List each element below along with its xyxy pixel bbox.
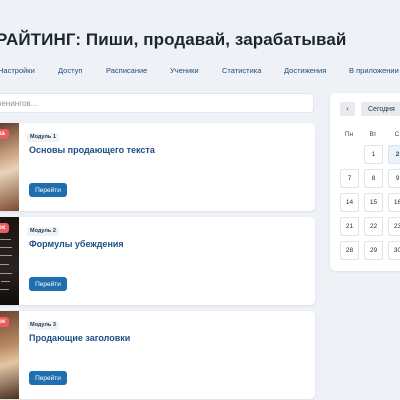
tab-achievements[interactable]: Достижения <box>284 66 326 75</box>
page-title: РАЙТИНГ: Пиши, продавай, зарабатывай <box>0 30 347 49</box>
calendar-day[interactable]: 9 <box>388 169 400 188</box>
calendar-widget: ‹ Сегодня Пн Вт С 1 2 7 8 9 14 15 16 21 … <box>330 93 400 271</box>
calendar-day[interactable]: 14 <box>340 193 359 212</box>
module-badge: Модуль 1 <box>27 133 59 142</box>
course-tabs: Настройки Доступ Расписание Ученики Стат… <box>0 62 400 82</box>
module-thumbnail: рок <box>0 217 19 305</box>
search-box <box>0 93 314 113</box>
module-title[interactable]: Основы продающего текста <box>29 145 155 155</box>
module-thumbnail: рок <box>0 311 19 399</box>
module-card: рок Модуль 2 Формулы убеждения Перейти <box>0 217 315 305</box>
weekday-header: С <box>394 131 400 138</box>
search-input[interactable] <box>0 94 313 112</box>
calendar-day[interactable]: 8 <box>364 169 383 188</box>
module-title[interactable]: Формулы убеждения <box>29 239 124 249</box>
module-thumbnail: ока <box>0 123 19 211</box>
module-title[interactable]: Продающие заголовки <box>29 333 130 343</box>
calendar-day[interactable]: 1 <box>364 145 383 164</box>
module-badge: Модуль 3 <box>27 321 59 330</box>
open-module-button[interactable]: Перейти <box>29 277 67 291</box>
weekday-header: Вт <box>369 131 377 138</box>
module-card: ока Модуль 1 Основы продающего текста Пе… <box>0 123 315 211</box>
calendar-day[interactable]: 23 <box>388 217 400 236</box>
calendar-day[interactable]: 29 <box>364 241 383 260</box>
weekday-header: Пн <box>344 131 354 138</box>
calendar-day[interactable]: 22 <box>364 217 383 236</box>
ribbon-tag: рок <box>0 223 10 233</box>
calendar-day-today[interactable]: 2 <box>388 145 400 164</box>
calendar-day[interactable]: 21 <box>340 217 359 236</box>
prev-month-button[interactable]: ‹ <box>340 102 355 116</box>
tab-settings[interactable]: Настройки <box>0 66 35 75</box>
tab-statistics[interactable]: Статистика <box>222 66 261 75</box>
calendar-day[interactable]: 30 <box>388 241 400 260</box>
module-badge: Модуль 2 <box>27 227 59 236</box>
tab-in-app[interactable]: В приложении <box>349 66 399 75</box>
calendar-day[interactable]: 28 <box>340 241 359 260</box>
calendar-day[interactable]: 16 <box>388 193 400 212</box>
ribbon-tag: ока <box>0 129 9 139</box>
ribbon-tag: рок <box>0 317 10 327</box>
open-module-button[interactable]: Перейти <box>29 371 67 385</box>
tab-schedule[interactable]: Расписание <box>106 66 147 75</box>
calendar-day[interactable]: 7 <box>340 169 359 188</box>
calendar-day[interactable]: 15 <box>364 193 383 212</box>
tab-access[interactable]: Доступ <box>58 66 82 75</box>
today-button[interactable]: Сегодня <box>361 102 400 116</box>
module-card: рок Модуль 3 Продающие заголовки Перейти <box>0 311 315 399</box>
tab-students[interactable]: Ученики <box>170 66 199 75</box>
open-module-button[interactable]: Перейти <box>29 183 67 197</box>
